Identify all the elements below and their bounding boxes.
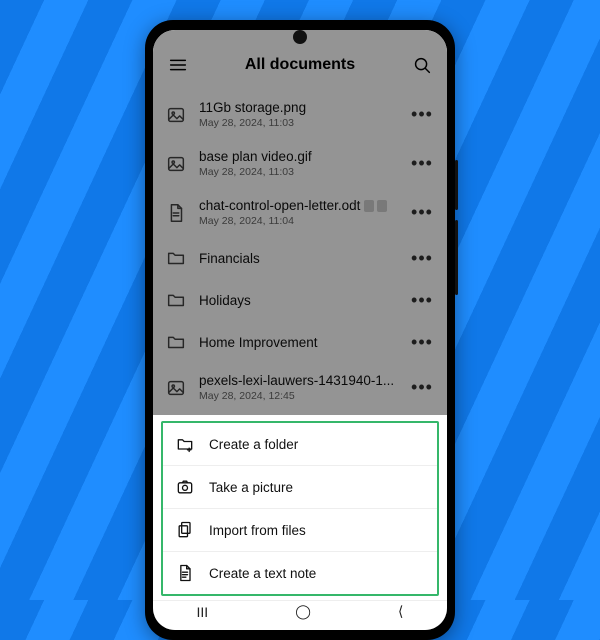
item-subtext: May 28, 2024, 11:04 — [199, 215, 397, 227]
list-item[interactable]: chat-control-open-letter.odt May 28, 202… — [153, 188, 447, 237]
camera-notch — [293, 30, 307, 44]
action-folder-plus[interactable]: Create a folder — [163, 423, 437, 466]
action-label: Import from files — [209, 523, 306, 538]
page-title: All documents — [245, 56, 355, 74]
item-name: Financials — [199, 251, 397, 266]
list-item[interactable]: Holidays ••• — [153, 279, 447, 321]
action-label: Create a text note — [209, 566, 316, 581]
folder-icon — [165, 289, 187, 311]
action-camera[interactable]: Take a picture — [163, 466, 437, 509]
list-item[interactable]: pexels-lexi-lauwers-1431940-1... May 28,… — [153, 363, 447, 412]
home-icon[interactable]: ◯ — [295, 603, 311, 620]
phone-frame: All documents 11Gb storage.png May 28, 2… — [145, 20, 455, 640]
list-item[interactable]: 11Gb storage.png May 28, 2024, 11:03 ••• — [153, 90, 447, 139]
files-icon — [175, 520, 195, 540]
item-name: chat-control-open-letter.odt — [199, 198, 397, 213]
image-icon — [165, 153, 187, 175]
folder-icon — [165, 331, 187, 353]
note-icon — [175, 563, 195, 583]
more-icon[interactable]: ••• — [409, 104, 435, 125]
list-item[interactable]: base plan video.gif May 28, 2024, 11:03 … — [153, 139, 447, 188]
more-icon[interactable]: ••• — [409, 290, 435, 311]
more-icon[interactable]: ••• — [409, 248, 435, 269]
menu-icon[interactable] — [167, 54, 189, 76]
item-name: pexels-lexi-lauwers-1431940-1... — [199, 373, 397, 388]
list-item[interactable]: Financials ••• — [153, 237, 447, 279]
screen: All documents 11Gb storage.png May 28, 2… — [153, 30, 447, 630]
more-icon[interactable]: ••• — [409, 332, 435, 353]
image-icon — [165, 377, 187, 399]
folder-icon — [165, 247, 187, 269]
search-icon[interactable] — [411, 54, 433, 76]
action-files[interactable]: Import from files — [163, 509, 437, 552]
recent-apps-icon[interactable]: III — [197, 604, 209, 620]
more-icon[interactable]: ••• — [409, 153, 435, 174]
android-navbar: III ◯ ⟨ — [153, 600, 447, 622]
image-icon — [165, 104, 187, 126]
document-list: 11Gb storage.png May 28, 2024, 11:03 •••… — [153, 84, 447, 418]
item-subtext: May 28, 2024, 12:45 — [199, 390, 397, 402]
more-icon[interactable]: ••• — [409, 377, 435, 398]
item-name: Holidays — [199, 293, 397, 308]
more-icon[interactable]: ••• — [409, 202, 435, 223]
item-name: base plan video.gif — [199, 149, 397, 164]
item-subtext: May 28, 2024, 11:03 — [199, 117, 397, 129]
item-subtext: May 28, 2024, 11:03 — [199, 166, 397, 178]
camera-icon — [175, 477, 195, 497]
doc-icon — [165, 202, 187, 224]
action-label: Create a folder — [209, 437, 298, 452]
list-item[interactable]: Home Improvement ••• — [153, 321, 447, 363]
folder-plus-icon — [175, 434, 195, 454]
action-note[interactable]: Create a text note — [163, 552, 437, 594]
action-sheet-highlight: Create a folder Take a picture Import fr… — [161, 421, 439, 596]
item-name: Home Improvement — [199, 335, 397, 350]
action-label: Take a picture — [209, 480, 293, 495]
back-icon[interactable]: ⟨ — [398, 603, 403, 620]
action-sheet: Create a folder Take a picture Import fr… — [153, 415, 447, 630]
item-name: 11Gb storage.png — [199, 100, 397, 115]
